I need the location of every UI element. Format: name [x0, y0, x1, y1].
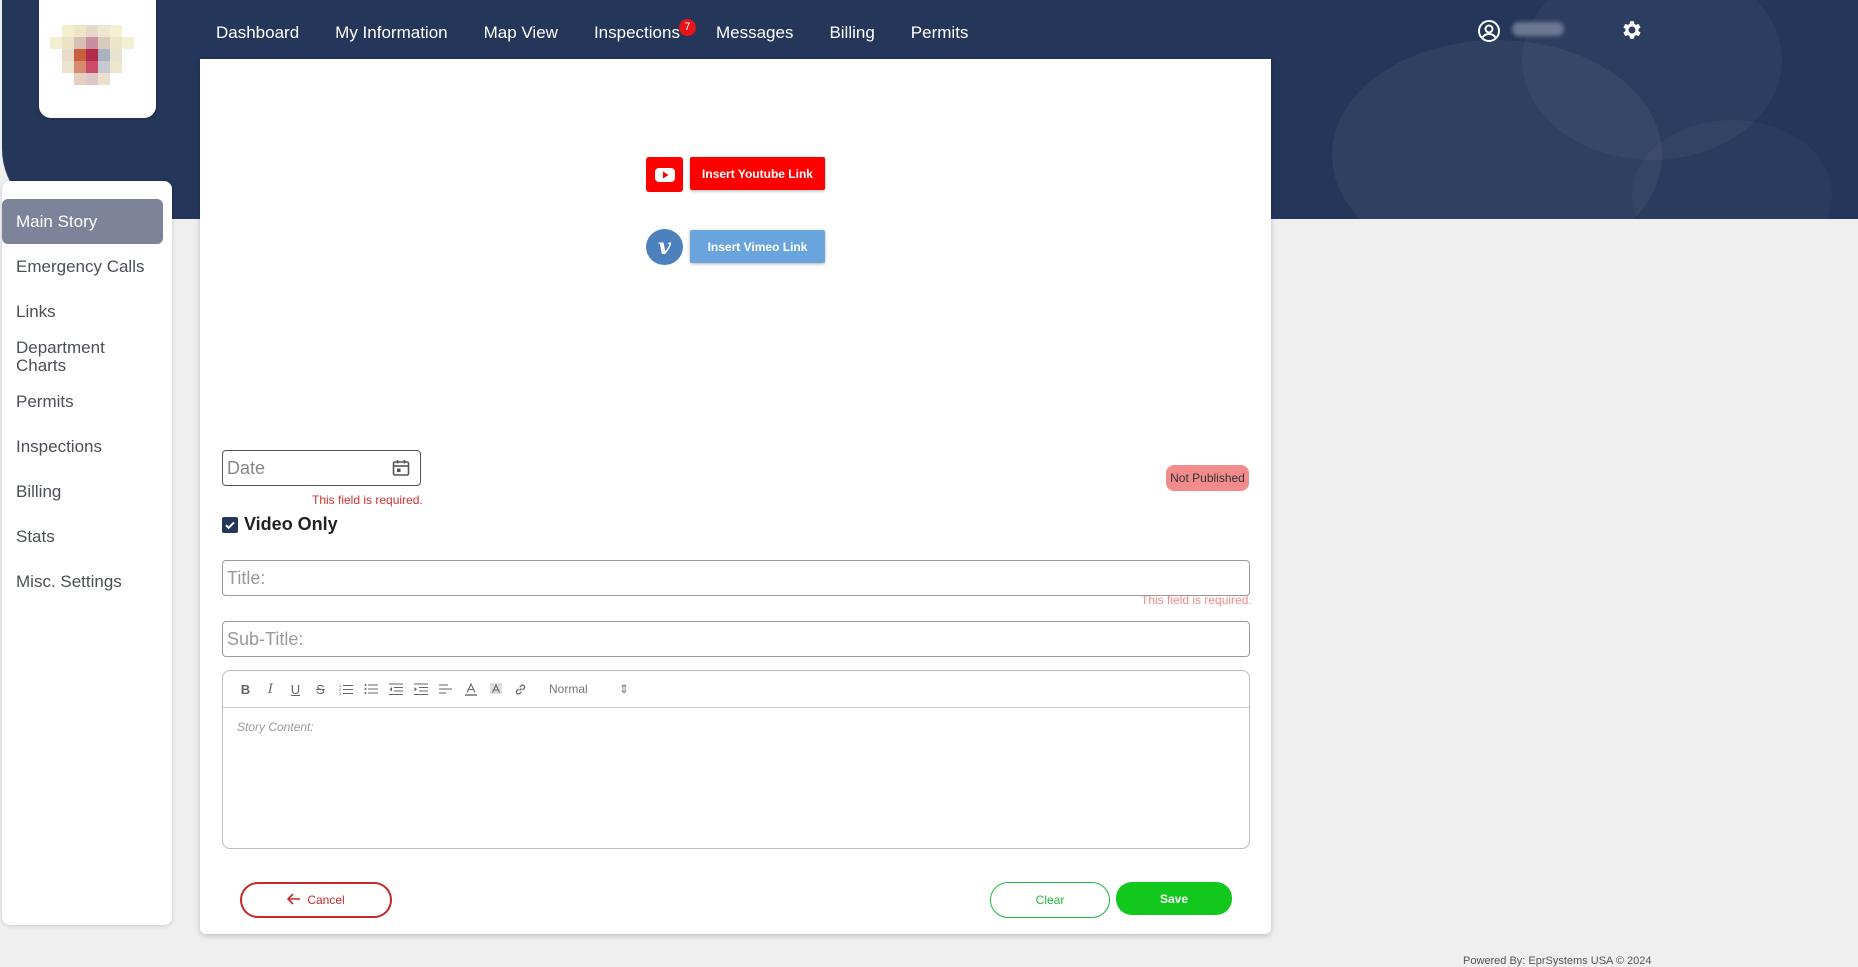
logo[interactable]: [39, 0, 156, 118]
align-icon[interactable]: [433, 679, 458, 699]
sidebar-item-inspections[interactable]: Inspections: [2, 424, 172, 469]
user-circle-icon[interactable]: [1477, 19, 1501, 43]
sidebar: Main Story Emergency Calls Links Departm…: [2, 181, 172, 925]
nav-dashboard[interactable]: Dashboard: [216, 19, 299, 47]
text-color-icon[interactable]: [458, 679, 483, 699]
sidebar-item-department-charts[interactable]: Department Charts: [2, 334, 127, 379]
select-arrows-icon: ⇕: [618, 682, 629, 696]
sidebar-item-stats[interactable]: Stats: [2, 514, 172, 559]
nav-label: Map View: [483, 23, 558, 42]
title-field[interactable]: [222, 560, 1250, 596]
date-field[interactable]: [222, 450, 421, 486]
nav-label: My Information: [335, 23, 448, 42]
background-color-icon[interactable]: [483, 679, 508, 699]
format-select-value: Normal: [549, 682, 588, 696]
user-name-redacted[interactable]: [1512, 22, 1564, 36]
video-only-label: Video Only: [244, 514, 338, 534]
format-select[interactable]: Normal ⇕: [549, 682, 629, 696]
nav-inspections[interactable]: Inspections 7: [593, 19, 696, 47]
arrow-left-icon: [287, 892, 301, 908]
underline-icon[interactable]: U: [283, 679, 308, 699]
sidebar-item-emergency-calls[interactable]: Emergency Calls: [2, 244, 172, 289]
nav-permits[interactable]: Permits: [911, 19, 969, 47]
cancel-label: Cancel: [307, 893, 345, 907]
svg-text:3: 3: [339, 691, 342, 695]
nav-label: Permits: [910, 23, 969, 42]
sidebar-item-permits[interactable]: Permits: [2, 379, 172, 424]
indent-icon[interactable]: [408, 679, 433, 699]
link-icon[interactable]: [508, 679, 533, 699]
ordered-list-icon[interactable]: 123: [333, 679, 358, 699]
outdent-icon[interactable]: [383, 679, 408, 699]
nav-messages[interactable]: Messages: [716, 19, 793, 47]
sidebar-item-main-story[interactable]: Main Story: [2, 199, 163, 244]
insert-youtube-link-button[interactable]: Insert Youtube Link: [690, 157, 825, 190]
editor-toolbar: B I U S 123 Normal ⇕: [223, 671, 1249, 708]
clear-button[interactable]: Clear: [990, 882, 1110, 918]
sidebar-item-links[interactable]: Links: [2, 289, 172, 334]
footer-text: Powered By: EprSystems USA © 2024: [1463, 955, 1652, 967]
nav-my-information[interactable]: My Information: [335, 19, 447, 47]
nav-billing[interactable]: Billing: [829, 19, 874, 47]
cancel-button[interactable]: Cancel: [240, 882, 392, 918]
gear-icon[interactable]: [1620, 18, 1644, 42]
video-only-checkbox-row[interactable]: Video Only: [222, 514, 338, 535]
nav-label: Billing: [829, 23, 875, 42]
story-content-editor[interactable]: B I U S 123 Normal ⇕ Story Content:: [222, 670, 1250, 849]
top-nav: Dashboard My Information Map View Inspec…: [216, 19, 1004, 47]
subtitle-field[interactable]: [222, 621, 1250, 657]
bold-icon[interactable]: B: [233, 679, 258, 699]
title-input[interactable]: [223, 561, 1249, 595]
italic-icon[interactable]: I: [258, 679, 283, 699]
logo-image: [50, 25, 146, 97]
status-badge: Not Published: [1166, 465, 1249, 491]
video-only-checkbox[interactable]: [222, 516, 238, 533]
vimeo-icon[interactable]: v: [646, 229, 683, 265]
strikethrough-icon[interactable]: S: [308, 679, 333, 699]
insert-vimeo-link-button[interactable]: Insert Vimeo Link: [690, 230, 825, 263]
story-editor-card: Insert Youtube Link v Insert Vimeo Link …: [200, 59, 1271, 934]
story-content-area[interactable]: Story Content:: [223, 708, 1249, 746]
sidebar-item-billing[interactable]: Billing: [2, 469, 172, 514]
notification-badge: 7: [678, 19, 696, 36]
youtube-icon[interactable]: [646, 157, 683, 192]
title-error-message: This field is required.: [1141, 593, 1252, 607]
save-button[interactable]: Save: [1116, 882, 1232, 915]
subtitle-input[interactable]: [223, 622, 1249, 656]
sidebar-item-misc-settings[interactable]: Misc. Settings: [2, 559, 172, 604]
date-error-message: This field is required.: [312, 493, 423, 507]
calendar-icon[interactable]: [391, 458, 411, 478]
nav-label: Dashboard: [216, 23, 300, 42]
nav-label: Inspections: [593, 23, 680, 42]
date-input[interactable]: [223, 451, 383, 485]
nav-label: Messages: [715, 23, 794, 42]
bullet-list-icon[interactable]: [358, 679, 383, 699]
nav-map-view[interactable]: Map View: [484, 19, 558, 47]
